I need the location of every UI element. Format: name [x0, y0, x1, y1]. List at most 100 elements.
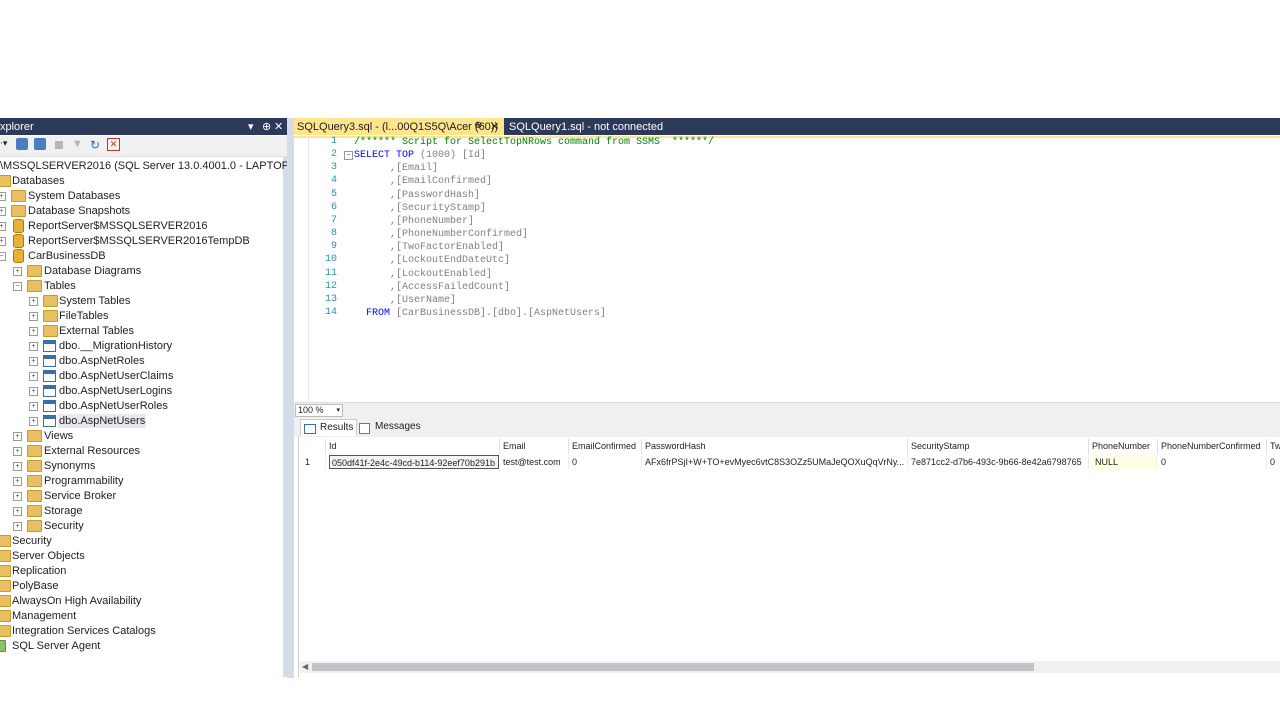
stop-icon[interactable]: [55, 141, 63, 149]
folder-icon: [0, 625, 11, 637]
column-header[interactable]: PasswordHash: [645, 439, 908, 454]
expand-icon[interactable]: +: [29, 417, 38, 426]
folder-icon: [43, 325, 58, 337]
code-line: ,[PasswordHash]: [354, 189, 480, 202]
close-icon[interactable]: ✕: [274, 120, 283, 133]
zoom-select[interactable]: 100 % ▾: [295, 404, 343, 417]
row-number-header: [299, 439, 326, 454]
tree-item-label: FileTables: [59, 310, 109, 322]
expand-icon[interactable]: +: [13, 462, 22, 471]
code-line: ,[TwoFactorEnabled]: [354, 241, 504, 254]
zoom-value: 100 %: [298, 405, 324, 415]
table-cell[interactable]: test@test.com: [503, 455, 569, 469]
line-number: 2: [330, 149, 337, 161]
refresh-icon[interactable]: ↻: [90, 138, 104, 152]
expand-icon[interactable]: +: [13, 267, 22, 276]
sql-keyword: SELECT TOP: [354, 150, 415, 162]
tree-item-label: dbo.AspNetUserClaims: [59, 370, 174, 382]
tab-messages[interactable]: Messages: [356, 419, 421, 435]
table-icon: [43, 370, 56, 382]
tab-label: SQLQuery1.sql - not connected: [509, 121, 664, 133]
scroll-left-icon[interactable]: ◀: [302, 662, 308, 671]
pane-splitter[interactable]: [287, 118, 294, 678]
column-header[interactable]: PhoneNumberConfirmed: [1161, 439, 1267, 454]
pin-icon[interactable]: ⊕: [262, 120, 271, 133]
table-icon: [43, 415, 56, 427]
line-number: 14: [324, 306, 337, 318]
expand-icon[interactable]: +: [29, 312, 38, 321]
table-cell[interactable]: 0: [572, 455, 642, 469]
tree-item-label: Server Objects: [12, 550, 85, 562]
expand-icon[interactable]: +: [0, 222, 6, 231]
tab-label: SQLQuery3.sql - (l...00Q1S5Q\Acer (60)): [297, 121, 499, 133]
folder-icon: [27, 280, 42, 292]
column-header[interactable]: Id: [329, 439, 500, 454]
line-number: 10: [324, 254, 337, 266]
tree-item-label: External Tables: [59, 325, 135, 337]
dropdown-icon[interactable]: ▾: [248, 120, 254, 133]
expand-icon[interactable]: +: [29, 342, 38, 351]
table-cell[interactable]: 0: [1161, 455, 1267, 469]
table-cell[interactable]: 7e871cc2-d7b6-493c-9b66-8e42a6798765: [911, 455, 1089, 469]
folder-icon: [0, 610, 11, 622]
horizontal-scrollbar[interactable]: ◀: [300, 661, 1280, 673]
scrollbar-thumb[interactable]: [312, 663, 1034, 671]
expand-icon[interactable]: +: [13, 522, 22, 531]
disconnect-icon[interactable]: [34, 138, 46, 150]
expand-icon[interactable]: +: [29, 297, 38, 306]
code-line: SELECT TOP (1000) [Id]: [354, 149, 486, 162]
collapse-icon[interactable]: −: [13, 282, 22, 291]
table-cell[interactable]: 0: [1270, 455, 1280, 469]
expand-icon[interactable]: +: [0, 237, 6, 246]
tab-sqlquery1[interactable]: SQLQuery1.sql - not connected: [506, 118, 676, 135]
collapse-region-icon[interactable]: −: [344, 151, 353, 160]
connect-icon[interactable]: [16, 138, 28, 150]
expand-icon[interactable]: +: [13, 477, 22, 486]
expand-icon[interactable]: +: [29, 372, 38, 381]
sql-text: ,[PhoneNumberConfirmed]: [354, 229, 529, 241]
code-line: ,[PhoneNumber]: [354, 215, 474, 228]
expand-icon[interactable]: +: [0, 192, 6, 201]
tree-item-label: Integration Services Catalogs: [12, 625, 156, 637]
table-cell[interactable]: NULL: [1092, 455, 1157, 469]
table-icon: [43, 385, 56, 397]
tab-sqlquery3[interactable]: SQLQuery3.sql - (l...00Q1S5Q\Acer (60)) …: [294, 118, 504, 135]
expand-icon[interactable]: +: [13, 447, 22, 456]
table-icon: [43, 340, 56, 352]
code-line: ,[EmailConfirmed]: [354, 175, 492, 188]
column-header[interactable]: Tw: [1270, 439, 1280, 454]
code-line: ,[LockoutEndDateUtc]: [354, 254, 510, 267]
sql-text: ,[Email]: [354, 163, 439, 175]
expand-icon[interactable]: +: [13, 432, 22, 441]
sql-text: ,[UserName]: [354, 294, 457, 306]
column-header[interactable]: Email: [503, 439, 569, 454]
expand-icon[interactable]: +: [13, 507, 22, 516]
connect-dropdown-icon[interactable]: ⋅▾: [0, 138, 14, 152]
expand-icon[interactable]: +: [29, 387, 38, 396]
tab-messages-label: Messages: [375, 421, 421, 432]
activity-monitor-icon[interactable]: ✕: [107, 138, 120, 151]
expand-icon[interactable]: +: [29, 327, 38, 336]
sql-text: (1000) [Id]: [414, 150, 487, 162]
close-tab-icon[interactable]: ✕: [490, 120, 499, 133]
folder-icon: [43, 310, 58, 322]
expand-icon[interactable]: +: [0, 207, 6, 216]
column-header[interactable]: SecurityStamp: [911, 439, 1089, 454]
table-icon: [43, 400, 56, 412]
table-cell[interactable]: AFx6frPSjI+W+TO+evMyec6vtC8S3OZz5UMaJeQO…: [645, 455, 908, 469]
column-header[interactable]: PhoneNumber: [1092, 439, 1158, 454]
tree-item-label: dbo.AspNetUserLogins: [59, 385, 173, 397]
pin-icon[interactable]: ⊕: [474, 120, 482, 131]
tab-results[interactable]: Results: [300, 419, 357, 436]
column-header[interactable]: EmailConfirmed: [572, 439, 642, 454]
tree-item-label: SQL Server Agent: [12, 640, 101, 652]
line-number: 12: [324, 280, 337, 292]
collapse-icon[interactable]: −: [0, 252, 6, 261]
expand-icon[interactable]: +: [13, 492, 22, 501]
expand-icon[interactable]: +: [29, 402, 38, 411]
filter-icon[interactable]: ▼: [72, 138, 86, 152]
table-cell[interactable]: 050df41f-2e4c-49cd-b114-92eef70b291b: [329, 455, 499, 469]
expand-icon[interactable]: +: [29, 357, 38, 366]
sql-comment: /****** Script for SelectTopNRows comman…: [354, 137, 715, 148]
sql-keyword: FROM: [354, 307, 391, 319]
